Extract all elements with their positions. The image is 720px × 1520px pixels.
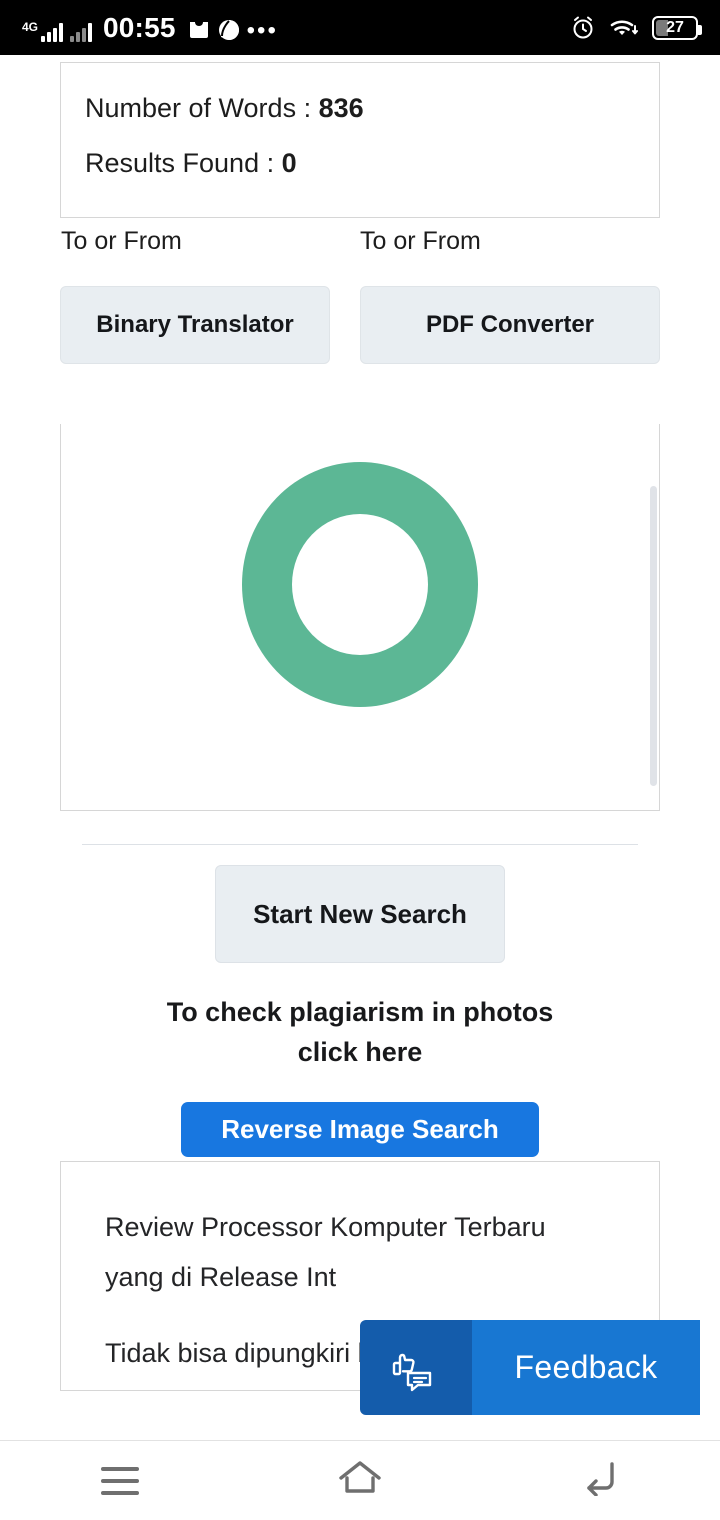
recents-icon xyxy=(101,1466,139,1495)
recents-button[interactable] xyxy=(60,1446,180,1516)
word-count-card: Number of Words : 836 Results Found : 0 xyxy=(60,62,660,218)
result-divider xyxy=(82,844,638,845)
photo-note-line-2: click here xyxy=(297,1037,423,1067)
pdf-converter-button[interactable]: PDF Converter xyxy=(360,286,660,364)
status-bar: 4G 00:55 ••• 27 xyxy=(0,0,720,55)
thumbs-up-chat-icon xyxy=(360,1320,472,1415)
status-bar-right: 27 xyxy=(570,15,702,41)
tool-label-binary: To or From xyxy=(61,227,182,255)
tool-label-pdf: To or From xyxy=(360,227,481,255)
results-found-label: Results Found : xyxy=(85,148,282,178)
droplet-icon xyxy=(218,18,240,42)
tool-binary-translator: To or From Binary Translator xyxy=(60,227,360,364)
status-bar-clock: 00:55 xyxy=(103,11,176,43)
start-new-search-wrap: Start New Search xyxy=(60,865,660,963)
home-button[interactable] xyxy=(300,1446,420,1516)
mail-icon xyxy=(187,18,211,42)
signal-bars-sim2-icon xyxy=(70,22,93,42)
battery-icon: 27 xyxy=(652,15,702,40)
back-button[interactable] xyxy=(540,1446,660,1516)
battery-level-label: 27 xyxy=(666,18,684,36)
reverse-image-search-button[interactable]: Reverse Image Search xyxy=(181,1102,539,1157)
results-found-value: 0 xyxy=(281,148,297,178)
binary-translator-button[interactable]: Binary Translator xyxy=(60,286,330,364)
alarm-clock-icon xyxy=(570,15,596,41)
status-overflow-icon: ••• xyxy=(246,16,278,44)
network-type-label: 4G xyxy=(22,19,39,34)
tool-pdf-converter: To or From PDF Converter xyxy=(360,227,660,364)
signal-bars-icon xyxy=(41,22,64,42)
feedback-tab[interactable]: Feedback xyxy=(360,1320,700,1415)
start-new-search-button[interactable]: Start New Search xyxy=(215,865,505,963)
photo-note-line-1: To check plagiarism in photos xyxy=(166,997,554,1027)
photo-plagiarism-note: To check plagiarism in photos click here xyxy=(60,992,660,1072)
phone-screen: 4G 00:55 ••• 27 Number of Words: 836 Re… xyxy=(0,0,720,1520)
system-navigation-bar xyxy=(0,1440,720,1520)
word-count-label: Number of Words : xyxy=(85,93,319,123)
result-card-lower: Start New Search To check plagiarism in … xyxy=(60,424,660,1186)
word-count-row: Number of Words : 836 xyxy=(85,95,635,122)
article-line-1: Review Processor Komputer Terbaru xyxy=(105,1212,546,1242)
results-found-row: Results Found : 0 xyxy=(85,150,635,177)
reverse-image-search-wrap: Reverse Image Search xyxy=(60,1102,660,1157)
word-count-value: 836 xyxy=(318,93,364,123)
back-icon xyxy=(579,1460,621,1501)
wifi-icon xyxy=(609,16,639,40)
feedback-label[interactable]: Feedback xyxy=(472,1320,700,1415)
status-bar-left: 4G 00:55 ••• xyxy=(22,11,570,44)
tool-shortcuts: To or From Binary Translator To or From … xyxy=(60,227,660,364)
home-icon xyxy=(337,1459,383,1502)
article-line-2: yang di Release Int xyxy=(105,1262,337,1292)
signal-sim1: 4G xyxy=(22,19,64,42)
